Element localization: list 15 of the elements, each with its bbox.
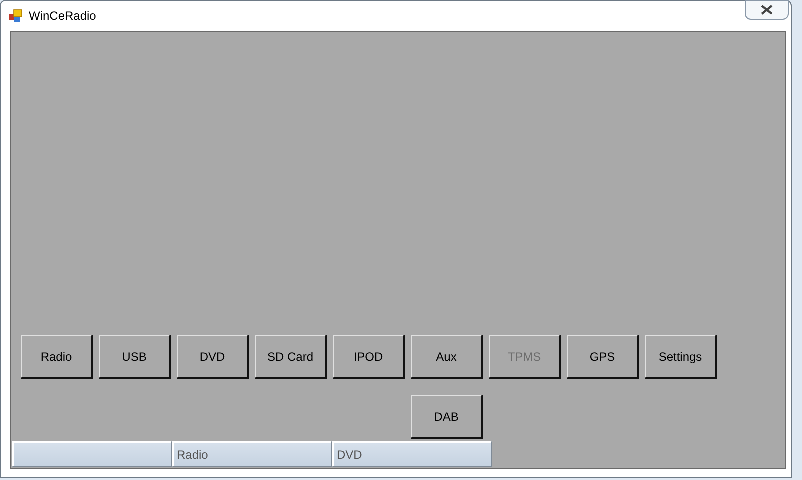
close-button[interactable] — [745, 0, 789, 20]
source-button[interactable]: USB — [99, 335, 171, 379]
source-button[interactable]: DVD — [177, 335, 249, 379]
status-text: DVD — [337, 446, 362, 464]
window-title: WinCeRadio — [29, 8, 96, 25]
close-icon — [761, 5, 773, 15]
source-button[interactable]: DAB — [411, 395, 483, 439]
source-button[interactable]: SD Card — [255, 335, 327, 379]
app-icon — [9, 9, 23, 23]
source-button[interactable]: IPOD — [333, 335, 405, 379]
source-button[interactable]: Radio — [21, 335, 93, 379]
source-button[interactable]: Aux — [411, 335, 483, 379]
source-button[interactable]: GPS — [567, 335, 639, 379]
status-text: Radio — [177, 446, 208, 464]
source-button[interactable]: Settings — [645, 335, 717, 379]
